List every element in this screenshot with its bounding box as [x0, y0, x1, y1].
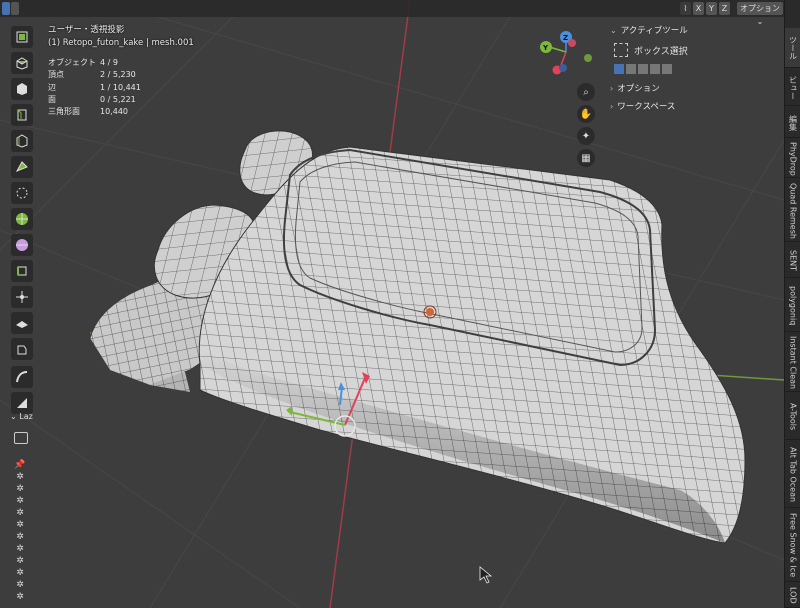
chevron-right-icon: ›: [610, 101, 614, 111]
sidebar-tabs: ツール ビュー 編集 PhyDrop Quad Remesh SENT poly…: [784, 0, 800, 608]
spin-tool-icon[interactable]: [11, 208, 33, 230]
svg-text:Y: Y: [542, 44, 549, 52]
mirror-icon[interactable]: ⌇: [680, 2, 691, 15]
pin-icon[interactable]: ✲: [14, 472, 26, 483]
pin-icon[interactable]: ✲: [14, 484, 26, 495]
camera-icon[interactable]: ✦: [577, 127, 595, 145]
tab-tool[interactable]: ツール: [785, 28, 800, 68]
inset-tool-icon[interactable]: [11, 78, 33, 100]
tab-polygoniq[interactable]: polygoniq: [785, 280, 800, 332]
viewport-header: ⌇ X Y Z オプション ⌄: [0, 0, 784, 26]
stat-row: 三角形面 10,440: [48, 107, 128, 117]
view-name: ユーザー・透視投影: [48, 25, 125, 35]
chevron-right-icon: ›: [610, 83, 614, 93]
object-name: (1) Retopo_futon_kake | mesh.001: [48, 38, 194, 48]
sidebar-tool-panel: ⌄ アクティブツール ボックス選択 › オプション › ワークスペース: [610, 18, 784, 128]
mode-intersect-icon[interactable]: [662, 64, 672, 74]
stat-row: 頂点 2 / 5,230: [48, 70, 136, 80]
shrink-fatten-tool-icon[interactable]: [11, 286, 33, 308]
shear-tool-icon[interactable]: [11, 312, 33, 334]
zoom-icon[interactable]: ⌕: [577, 83, 595, 101]
active-tool-header[interactable]: ⌄ アクティブツール: [610, 22, 784, 38]
workspace-section-header[interactable]: › ワークスペース: [610, 98, 784, 114]
mode-extend-icon[interactable]: [626, 64, 636, 74]
hand-pan-icon[interactable]: ✋: [577, 105, 595, 123]
smooth-tool-icon[interactable]: [11, 234, 33, 256]
comforter: [198, 146, 746, 544]
navigation-gizmo[interactable]: Z Y: [540, 31, 592, 75]
bevel-tool-icon[interactable]: [11, 104, 33, 126]
tab-edit[interactable]: 編集: [785, 108, 800, 138]
chevron-down-icon: ⌄: [10, 412, 20, 421]
tool-shelf: [8, 26, 36, 418]
cursor-tool-icon[interactable]: [11, 26, 33, 48]
tab-a-tools[interactable]: A-Tools: [785, 394, 800, 440]
rip-tool-icon[interactable]: [11, 338, 33, 360]
poly-build-tool-icon[interactable]: [11, 182, 33, 204]
edge-slide-tool-icon[interactable]: [11, 260, 33, 282]
mode-invert-icon[interactable]: [650, 64, 660, 74]
tab-instant-clean[interactable]: Instant Clean: [785, 334, 800, 392]
grid-view-icon[interactable]: ▦: [577, 149, 595, 167]
viewport-info: ユーザー・透視投影 (1) Retopo_futon_kake | mesh.0…: [48, 24, 194, 50]
pin-icon[interactable]: ✲: [14, 556, 26, 567]
tab-phydrop[interactable]: PhyDrop: [785, 140, 800, 178]
options-section-header[interactable]: › オプション: [610, 80, 784, 96]
stat-row: 辺1 / 10,441: [48, 82, 141, 92]
active-tool-row[interactable]: ボックス選択: [614, 42, 784, 58]
loop-cut-tool-icon[interactable]: [11, 130, 33, 152]
tab-sent[interactable]: SENT: [785, 244, 800, 278]
tab-quad-remesh[interactable]: Quad Remesh: [785, 180, 800, 242]
tab-view[interactable]: ビュー: [785, 70, 800, 106]
axis-y-button[interactable]: Y: [706, 2, 717, 15]
stat-row: 面0 / 5,221: [48, 94, 136, 104]
mode-set-icon[interactable]: [614, 64, 624, 74]
annotate-tool-icon[interactable]: [11, 366, 33, 388]
pin-icon[interactable]: ✲: [14, 580, 26, 591]
box-select-icon: [614, 43, 628, 57]
pin-list: 📌 ✲ ✲ ✲ ✲ ✲ ✲ ✲ ✲ ✲ ✲ ✲: [14, 460, 26, 604]
tab-free-snow-ice[interactable]: Free Snow & Ice: [785, 510, 800, 582]
pin-icon[interactable]: ✲: [14, 520, 26, 531]
axis-x-button[interactable]: X: [693, 2, 704, 15]
options-dropdown[interactable]: オプション ⌄: [737, 2, 783, 26]
tab-lod[interactable]: LOD: [785, 584, 800, 608]
stat-row: オブジェクト 4 / 9: [48, 58, 118, 67]
select-mode-row: [614, 64, 784, 74]
pin-icon[interactable]: ✲: [14, 544, 26, 555]
axis-z-button[interactable]: Z: [719, 2, 730, 15]
extrude-tool-icon[interactable]: [11, 52, 33, 74]
measure-tool-icon[interactable]: [11, 392, 33, 414]
chevron-down-icon: ⌄: [610, 25, 617, 35]
scene-statistics: オブジェクト 4 / 9 頂点 2 / 5,230 辺1 / 10,441 面0 /…: [48, 57, 141, 118]
select-mode-extend-button[interactable]: [11, 2, 19, 15]
svg-text:Z: Z: [563, 34, 568, 42]
pin-icon[interactable]: ✲: [14, 496, 26, 507]
pin-icon[interactable]: ✲: [14, 508, 26, 519]
pin-icon[interactable]: 📌: [14, 460, 26, 471]
pin-icon[interactable]: ✲: [14, 568, 26, 579]
pin-icon[interactable]: ✲: [14, 532, 26, 543]
tab-alt-tab-ocean[interactable]: Alt Tab Ocean: [785, 442, 800, 508]
laz-panel-header[interactable]: ⌄ Laz: [10, 412, 33, 421]
copy-icon[interactable]: [14, 432, 28, 444]
mouse-cursor: [479, 566, 493, 584]
knife-tool-icon[interactable]: [11, 156, 33, 178]
pin-icon[interactable]: ✲: [14, 592, 26, 603]
select-mode-button[interactable]: [2, 2, 10, 15]
3d-viewport[interactable]: Z Y ⌇ X Y Z オプション ⌄ ⌄ Laz 📌 ✲ ✲ ✲ ✲ ✲ ✲ …: [0, 0, 784, 608]
mode-subtract-icon[interactable]: [638, 64, 648, 74]
